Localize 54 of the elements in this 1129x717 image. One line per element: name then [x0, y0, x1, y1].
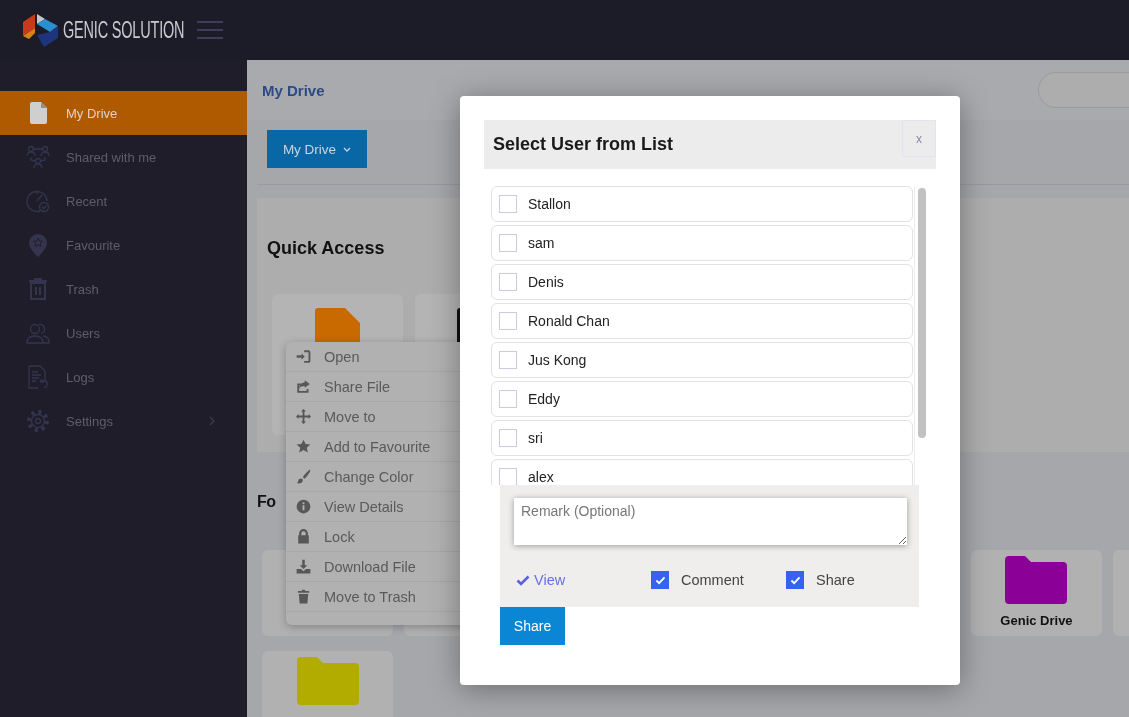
folder-card[interactable]: Genic Drive — [971, 550, 1102, 636]
info-icon — [296, 499, 311, 514]
sidebar-item[interactable]: Favourite — [0, 223, 247, 267]
user-option[interactable]: Jus Kong — [491, 342, 913, 378]
permission-label: Share — [816, 572, 855, 588]
sidebar-item[interactable]: Shared with me — [0, 135, 247, 179]
clock-icon — [26, 189, 50, 213]
check-icon — [789, 575, 801, 585]
location-pin-icon — [26, 233, 50, 257]
document-icon — [26, 365, 50, 389]
scrollbar-thumb[interactable] — [918, 188, 927, 438]
close-button[interactable]: x — [902, 120, 936, 157]
page-title: My Drive — [262, 81, 325, 99]
trash-icon — [26, 277, 50, 301]
user-option[interactable]: Denis — [491, 264, 913, 300]
share-button[interactable]: Share — [500, 607, 565, 645]
user-option[interactable]: Eddy — [491, 381, 913, 417]
sidebar-item[interactable]: Logs — [0, 355, 247, 399]
check-icon[interactable] — [516, 574, 530, 586]
sidebar-item[interactable]: Users — [0, 311, 247, 355]
sidebar-item[interactable]: Recent — [0, 179, 247, 223]
dialog-title: Select User from List — [493, 134, 674, 155]
drive-dropdown[interactable]: My Drive — [267, 130, 367, 168]
login-icon — [296, 349, 311, 364]
check-icon — [654, 575, 666, 585]
sidebar-item[interactable]: Settings — [0, 399, 247, 443]
trash-icon — [296, 589, 311, 604]
section-title: Fo — [257, 492, 276, 512]
user-option[interactable]: Stallon — [491, 186, 913, 222]
menu-icon[interactable] — [197, 21, 223, 39]
share-icon — [296, 379, 311, 394]
user-option[interactable]: sri — [491, 420, 913, 456]
remark-field[interactable]: Remark (Optional) — [514, 498, 907, 545]
download-icon — [296, 559, 311, 574]
user-option[interactable]: sam — [491, 225, 913, 261]
move-arrows-icon — [296, 409, 311, 424]
folder-card[interactable] — [262, 651, 393, 717]
people-icon — [26, 145, 50, 169]
logo-icon — [22, 11, 60, 49]
logo-text: GENIC SOLUTION — [63, 16, 185, 44]
caret-down-icon — [343, 146, 352, 152]
user-option[interactable]: Ronald Chan — [491, 303, 913, 339]
brush-icon — [296, 469, 311, 484]
sidebar-item[interactable]: Trash — [0, 267, 247, 311]
star-icon — [296, 439, 311, 454]
permission-label: View — [534, 572, 566, 588]
users-icon — [26, 321, 50, 345]
sidebar-item[interactable]: My Drive — [0, 91, 247, 135]
checkbox[interactable] — [786, 571, 804, 589]
gear-icon — [26, 409, 50, 433]
section-title: Quick Access — [267, 238, 385, 258]
checkbox[interactable] — [651, 571, 669, 589]
lock-icon — [296, 529, 311, 544]
permission-label: Comment — [681, 572, 744, 588]
